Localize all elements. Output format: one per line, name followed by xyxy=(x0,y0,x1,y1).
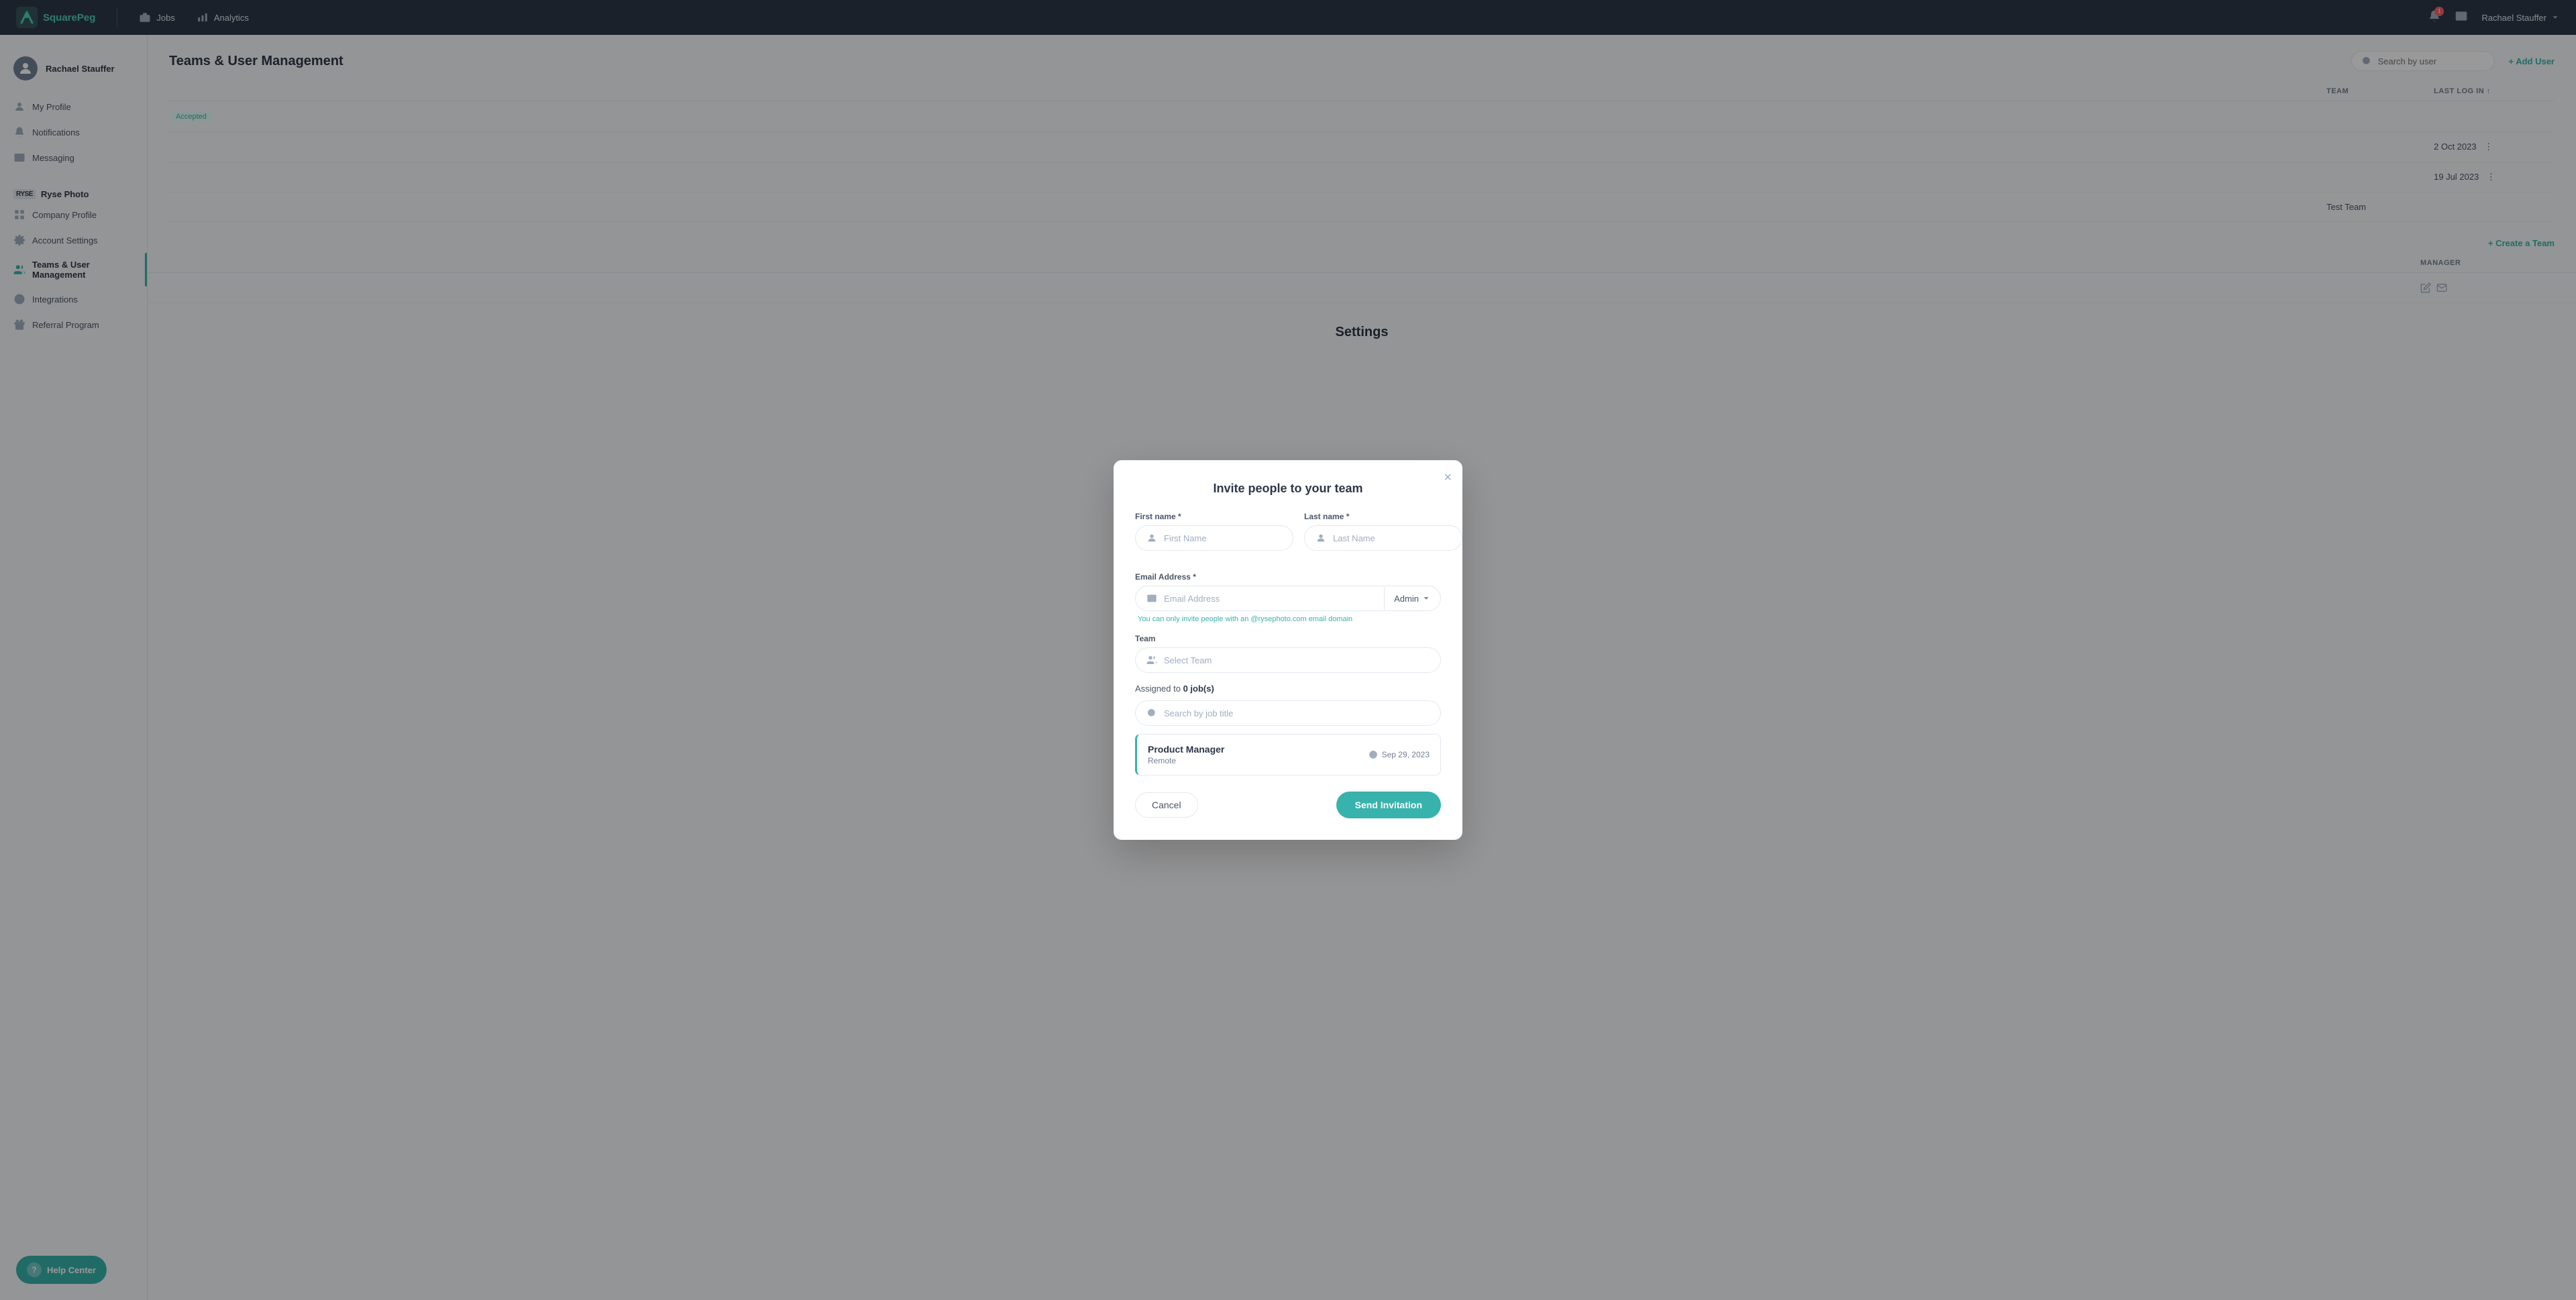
chevron-down-icon xyxy=(1421,594,1431,603)
last-name-input-wrap xyxy=(1304,525,1462,551)
mail-icon xyxy=(1146,593,1157,604)
assigned-label: Assigned to 0 job(s) xyxy=(1135,684,1441,694)
job-date: Sep 29, 2023 xyxy=(1368,750,1430,759)
job-search-input[interactable] xyxy=(1164,708,1430,718)
modal-overlay: Invite people to your team × First name … xyxy=(0,0,2576,1300)
first-name-group: First name * xyxy=(1135,512,1293,551)
first-name-input[interactable] xyxy=(1164,533,1282,543)
job-search xyxy=(1135,700,1441,726)
cancel-button[interactable]: Cancel xyxy=(1135,792,1198,818)
team-placeholder: Select Team xyxy=(1164,655,1212,665)
team-group: Team Select Team xyxy=(1135,634,1441,673)
job-location: Remote xyxy=(1148,756,1224,765)
email-input[interactable] xyxy=(1164,594,1373,604)
modal-footer: Cancel Send Invitation xyxy=(1135,792,1441,818)
email-label: Email Address * xyxy=(1135,572,1441,582)
job-info: Product Manager Remote xyxy=(1148,744,1224,765)
modal-close-button[interactable]: × xyxy=(1444,471,1452,484)
email-row: Admin xyxy=(1135,586,1441,611)
first-name-label: First name * xyxy=(1135,512,1293,521)
search-icon xyxy=(1146,708,1157,718)
send-invitation-button[interactable]: Send Invitation xyxy=(1336,792,1441,818)
clock-icon xyxy=(1368,750,1378,759)
last-name-input[interactable] xyxy=(1333,533,1451,543)
job-item: Product Manager Remote Sep 29, 2023 xyxy=(1135,734,1441,775)
domain-hint: You can only invite people with an @ryse… xyxy=(1135,615,1441,623)
user-icon xyxy=(1316,533,1326,543)
team-select[interactable]: Select Team xyxy=(1135,647,1441,673)
admin-label: Admin xyxy=(1394,594,1419,604)
job-title: Product Manager xyxy=(1148,744,1224,755)
user-icon xyxy=(1146,533,1157,543)
invite-modal: Invite people to your team × First name … xyxy=(1114,460,1462,840)
role-select[interactable]: Admin xyxy=(1384,587,1440,610)
users-icon xyxy=(1146,655,1157,665)
first-name-input-wrap xyxy=(1135,525,1293,551)
name-row: First name * Last name * xyxy=(1135,512,1441,561)
team-label: Team xyxy=(1135,634,1441,643)
email-group: Email Address * Admin You can only invit… xyxy=(1135,572,1441,623)
job-date-text: Sep 29, 2023 xyxy=(1382,750,1430,759)
last-name-group: Last name * xyxy=(1304,512,1462,551)
modal-title: Invite people to your team xyxy=(1135,482,1441,496)
email-input-wrap xyxy=(1136,586,1384,610)
last-name-label: Last name * xyxy=(1304,512,1462,521)
